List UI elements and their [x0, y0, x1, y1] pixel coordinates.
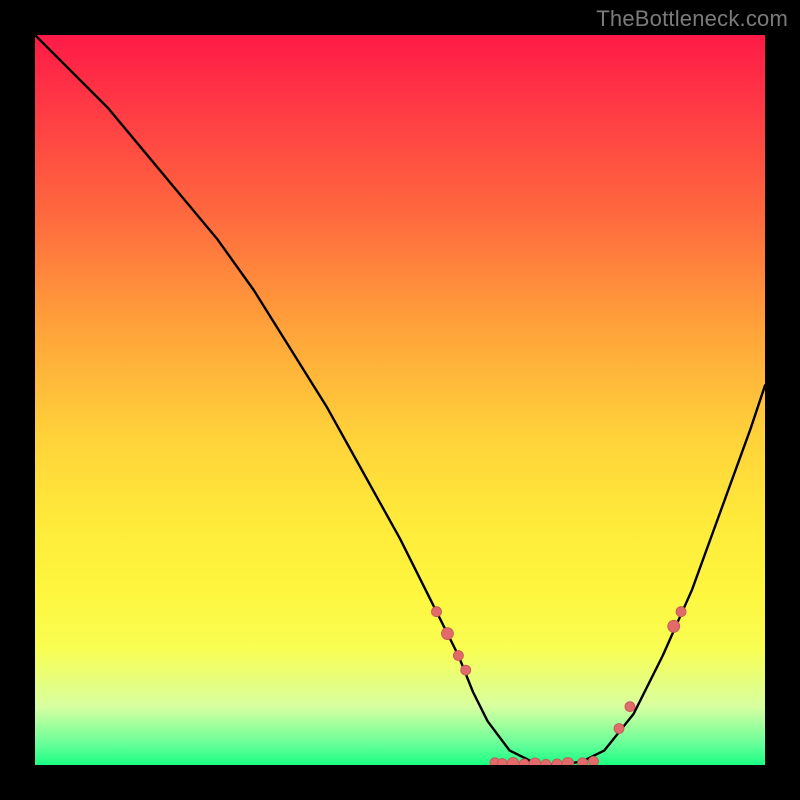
data-marker	[625, 702, 635, 712]
data-marker	[552, 759, 562, 765]
data-marker	[529, 758, 541, 765]
data-marker	[614, 724, 624, 734]
bottleneck-curve	[35, 35, 765, 765]
data-marker	[562, 758, 574, 765]
data-marker	[668, 620, 680, 632]
data-marker	[578, 758, 588, 765]
data-marker	[453, 651, 463, 661]
data-marker	[541, 759, 551, 765]
data-marker	[676, 607, 686, 617]
data-marker	[441, 628, 453, 640]
data-marker	[588, 756, 598, 765]
chart-svg	[35, 35, 765, 765]
watermark-text: TheBottleneck.com	[596, 6, 788, 32]
data-marker	[519, 759, 529, 765]
data-marker	[461, 665, 471, 675]
chart-frame: TheBottleneck.com	[0, 0, 800, 800]
data-marker	[432, 607, 442, 617]
data-marker	[497, 759, 507, 765]
data-marker	[507, 758, 519, 765]
